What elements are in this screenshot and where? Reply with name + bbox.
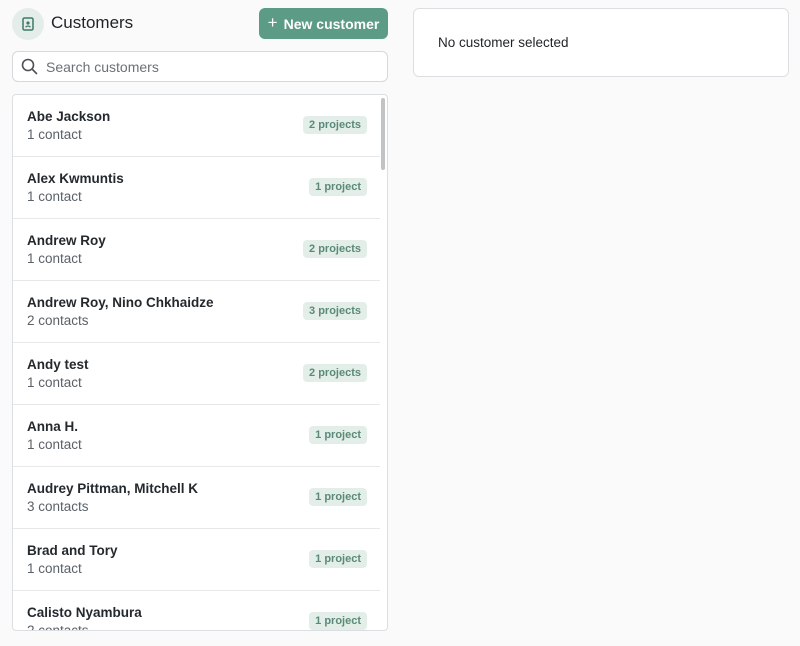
customer-contact-count: 2 contacts bbox=[27, 313, 89, 328]
customer-row[interactable]: Andrew Roy 1 contact 2 projects bbox=[13, 219, 380, 281]
search-icon bbox=[21, 58, 38, 80]
customer-row[interactable]: Calisto Nyambura 2 contacts 1 project bbox=[13, 591, 380, 631]
customer-contact-count: 1 contact bbox=[27, 251, 82, 266]
plus-icon: + bbox=[267, 13, 278, 32]
customer-name: Brad and Tory bbox=[27, 543, 118, 558]
customer-contact-count: 1 contact bbox=[27, 127, 82, 142]
page-title: Customers bbox=[51, 13, 134, 32]
project-count-badge: 1 project bbox=[309, 178, 367, 196]
page-header: Customers + New customer bbox=[12, 8, 388, 40]
customer-row[interactable]: Alex Kwmuntis 1 contact 1 project bbox=[13, 157, 380, 219]
customer-name: Audrey Pittman, Mitchell K bbox=[27, 481, 199, 496]
customer-row[interactable]: Brad and Tory 1 contact 1 project bbox=[13, 529, 380, 591]
customer-name: Abe Jackson bbox=[27, 109, 111, 124]
project-count-badge: 1 project bbox=[309, 612, 367, 630]
customer-contact-count: 3 contacts bbox=[27, 499, 89, 514]
project-count-badge: 3 projects bbox=[303, 302, 367, 320]
customer-contact-count: 2 contacts bbox=[27, 623, 89, 631]
list-scrollbar[interactable] bbox=[381, 98, 385, 170]
customer-contact-count: 1 contact bbox=[27, 437, 82, 452]
new-customer-button[interactable]: + New customer bbox=[259, 8, 388, 39]
search-box[interactable] bbox=[12, 51, 388, 82]
customer-row[interactable]: Audrey Pittman, Mitchell K 3 contacts 1 pr… bbox=[13, 467, 380, 529]
customer-row[interactable]: Andy test 1 contact 2 projects bbox=[13, 343, 380, 405]
customer-contact-count: 1 contact bbox=[27, 561, 82, 576]
customer-name: Calisto Nyambura bbox=[27, 605, 142, 620]
customer-contact-count: 1 contact bbox=[27, 375, 82, 390]
customer-detail-panel: No customer selected bbox=[413, 8, 789, 77]
project-count-badge: 2 projects bbox=[303, 116, 367, 134]
project-count-badge: 1 project bbox=[309, 488, 367, 506]
new-customer-label: New customer bbox=[283, 15, 380, 32]
project-count-badge: 2 projects bbox=[303, 240, 367, 258]
customer-list[interactable]: Abe Jackson 1 contact 2 projects Alex Kwmun… bbox=[12, 94, 388, 631]
contact-book-icon bbox=[12, 8, 44, 40]
customer-row[interactable]: Abe Jackson 1 contact 2 projects bbox=[13, 95, 380, 157]
customer-name: Andrew Roy bbox=[27, 233, 106, 248]
customer-name: Andrew Roy, Nino Chkhaidze bbox=[27, 295, 214, 310]
customer-name: Alex Kwmuntis bbox=[27, 171, 124, 186]
project-count-badge: 2 projects bbox=[303, 364, 367, 382]
project-count-badge: 1 project bbox=[309, 550, 367, 568]
customer-name: Anna H. bbox=[27, 419, 79, 434]
project-count-badge: 1 project bbox=[309, 426, 367, 444]
customer-row[interactable]: Andrew Roy, Nino Chkhaidze 2 contacts 3 pr… bbox=[13, 281, 380, 343]
search-input[interactable] bbox=[44, 56, 378, 78]
customer-contact-count: 1 contact bbox=[27, 189, 82, 204]
customer-name: Andy test bbox=[27, 357, 89, 372]
empty-detail-message: No customer selected bbox=[438, 35, 569, 50]
customer-row[interactable]: Anna H. 1 contact 1 project bbox=[13, 405, 380, 467]
